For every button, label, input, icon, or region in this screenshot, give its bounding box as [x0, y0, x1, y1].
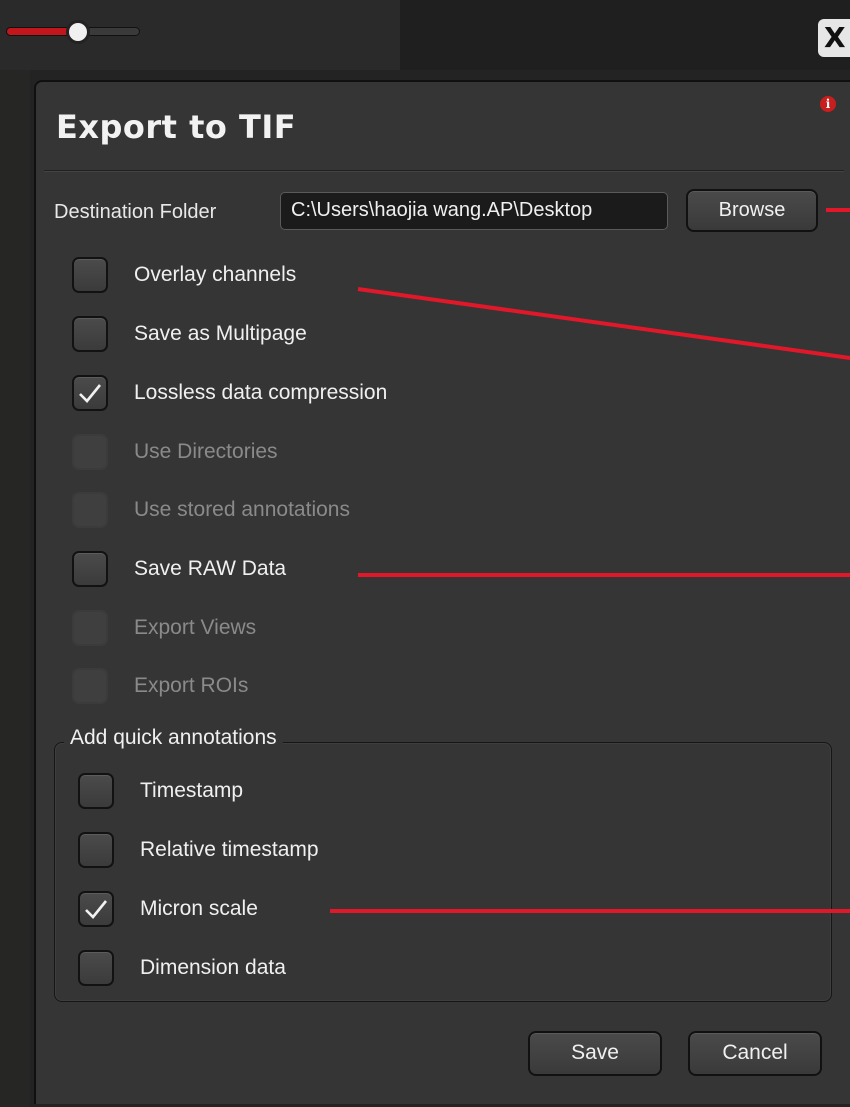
checkbox[interactable] [72, 551, 108, 587]
checkbox[interactable] [78, 891, 114, 927]
option-label: Timestamp [140, 779, 244, 802]
option-label: Save RAW Data [134, 557, 287, 580]
option-label: Use Directories [134, 440, 278, 463]
destination-folder-label: Destination Folder [54, 201, 217, 223]
option-label: Relative timestamp [140, 838, 319, 861]
checkbox[interactable] [72, 668, 108, 704]
checkbox[interactable] [78, 950, 114, 986]
annotation-micron-scale[interactable]: Micron scale [78, 889, 258, 929]
option-label: Export Views [134, 616, 257, 639]
save-button[interactable]: Save [528, 1031, 662, 1076]
option-save-as-multipage[interactable]: Save as Multipage [72, 314, 307, 354]
browse-button[interactable]: Browse [686, 189, 818, 232]
checkbox[interactable] [78, 832, 114, 868]
checkbox[interactable] [72, 375, 108, 411]
toolbar-background [400, 0, 850, 70]
annotation-dimension-data[interactable]: Dimension data [78, 948, 286, 988]
checkmark-icon [85, 900, 108, 919]
top-toolbar: X [0, 0, 850, 70]
dialog-title: Export to TIF [56, 108, 297, 146]
close-button[interactable]: X [818, 19, 850, 57]
quick-annotations-legend: Add quick annotations [64, 726, 283, 750]
option-label: Micron scale [140, 897, 258, 920]
checkbox[interactable] [72, 610, 108, 646]
option-export-views[interactable]: Export Views [72, 608, 256, 648]
annotation-relative-timestamp[interactable]: Relative timestamp [78, 830, 319, 870]
checkbox[interactable] [72, 257, 108, 293]
export-dialog: Export to TIF i Destination Folder C:\Us… [34, 80, 850, 1104]
option-label: Lossless data compression [134, 381, 388, 404]
cancel-button[interactable]: Cancel [688, 1031, 822, 1076]
option-label: Save as Multipage [134, 322, 307, 345]
checkbox[interactable] [72, 434, 108, 470]
option-label: Export ROIs [134, 674, 249, 697]
slider-knob[interactable] [66, 20, 90, 44]
destination-folder-input[interactable]: C:\Users\haojia wang.AP\Desktop [280, 192, 668, 230]
info-icon[interactable]: i [820, 96, 836, 112]
option-label: Dimension data [140, 956, 286, 979]
checkbox[interactable] [72, 492, 108, 528]
option-label: Overlay channels [134, 263, 297, 286]
option-use-stored-annotations[interactable]: Use stored annotations [72, 490, 350, 530]
checkmark-icon [79, 384, 102, 403]
option-overlay-channels[interactable]: Overlay channels [72, 255, 296, 295]
option-label: Use stored annotations [134, 498, 350, 521]
option-lossless-compression[interactable]: Lossless data compression [72, 373, 387, 413]
title-divider [44, 170, 844, 171]
option-export-rois[interactable]: Export ROIs [72, 666, 248, 706]
opacity-slider[interactable] [6, 16, 140, 46]
annotation-timestamp[interactable]: Timestamp [78, 771, 243, 811]
option-save-raw-data[interactable]: Save RAW Data [72, 549, 286, 589]
checkbox[interactable] [72, 316, 108, 352]
checkbox[interactable] [78, 773, 114, 809]
option-use-directories[interactable]: Use Directories [72, 432, 278, 472]
background-panel [0, 70, 30, 1107]
